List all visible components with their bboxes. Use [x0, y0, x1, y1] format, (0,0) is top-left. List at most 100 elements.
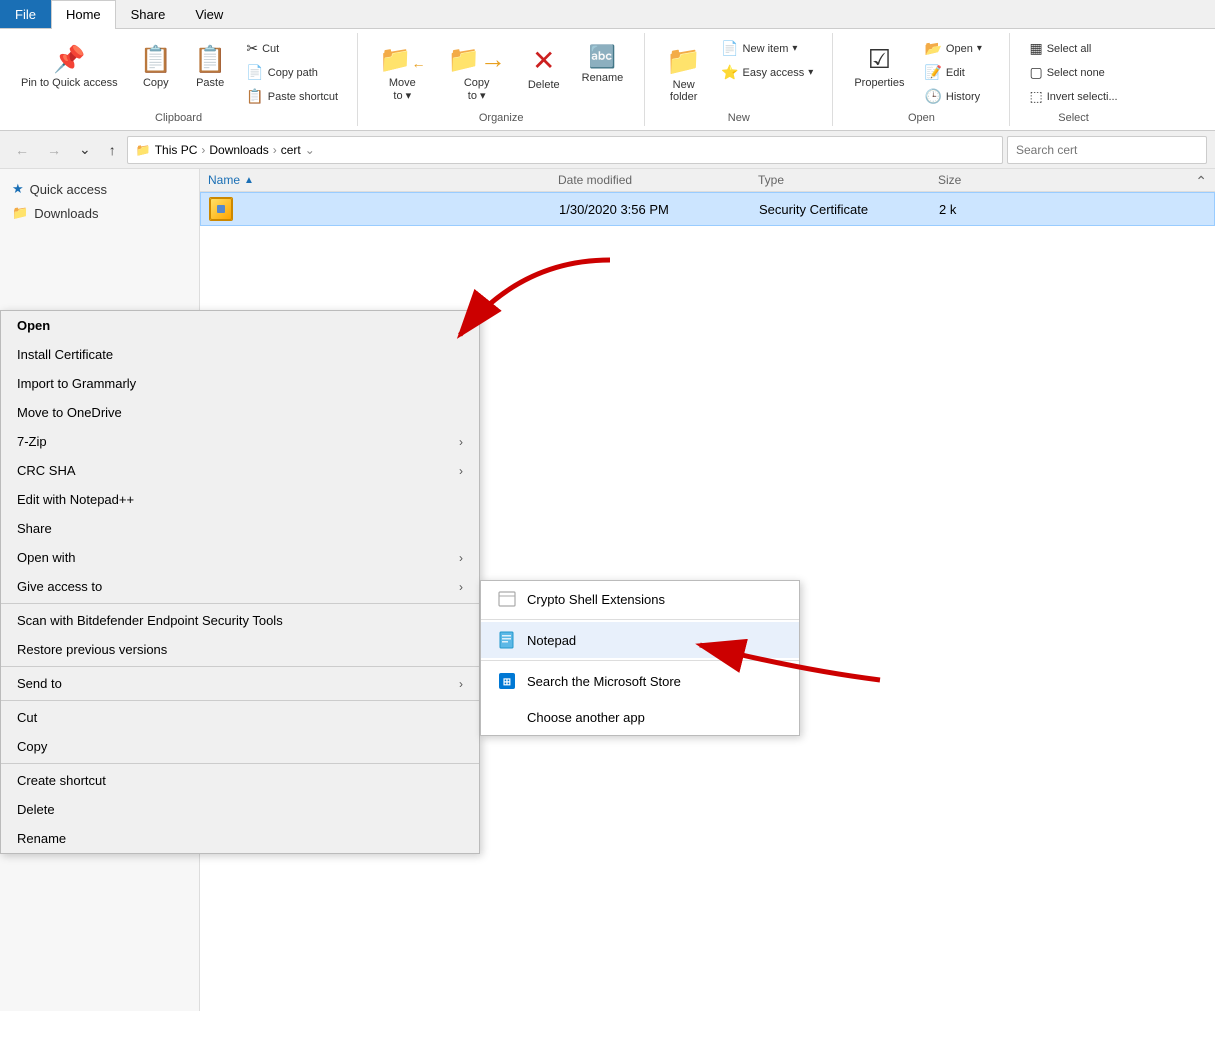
forward-button[interactable]: →: [40, 138, 68, 162]
ribbon-group-new: 📁 Newfolder 📄 New item ▾ ⭐ Easy access ▾: [645, 33, 833, 126]
easy-access-button[interactable]: ⭐ Easy access ▾: [714, 61, 820, 84]
ctx-crc-arrow: ›: [459, 464, 463, 478]
select-all-button[interactable]: ▦ Select all: [1022, 37, 1124, 60]
copy-to-button[interactable]: 📁→ Copyto ▾: [438, 37, 514, 109]
submenu-crypto-shell[interactable]: Crypto Shell Extensions: [481, 581, 799, 617]
new-item-button[interactable]: 📄 New item ▾: [714, 37, 820, 60]
ctx-scan-bitdefender[interactable]: Scan with Bitdefender Endpoint Security …: [1, 606, 479, 635]
rename-button[interactable]: 🔤 Rename: [573, 37, 633, 91]
ribbon: File Home Share View 📌 Pin to Quick acce…: [0, 0, 1215, 131]
col-header-size[interactable]: Size: [938, 173, 1018, 187]
ctx-send-to[interactable]: Send to ›: [1, 669, 479, 698]
ctx-install-cert[interactable]: Install Certificate: [1, 340, 479, 369]
tab-share[interactable]: Share: [116, 0, 181, 28]
cut-button[interactable]: ✂ Cut: [239, 37, 345, 60]
ctx-open-with[interactable]: Open with ›: [1, 543, 479, 572]
paste-button[interactable]: 📋 Paste: [185, 37, 235, 96]
ms-store-icon: ⊞: [497, 671, 517, 691]
downloads-label: Downloads: [34, 206, 98, 221]
select-none-label: Select none: [1047, 67, 1105, 79]
pin-label: Pin to Quick access: [21, 77, 118, 90]
organize-label: Organize: [479, 110, 524, 126]
select-all-icon: ▦: [1029, 40, 1042, 57]
copy-label: Copy: [143, 77, 169, 89]
copy-path-button[interactable]: 📄 Copy path: [239, 61, 345, 84]
tab-home[interactable]: Home: [51, 0, 116, 29]
sidebar-item-downloads[interactable]: 📁 Downloads: [0, 201, 199, 225]
properties-label: Properties: [854, 77, 904, 89]
ctx-restore-versions[interactable]: Restore previous versions: [1, 635, 479, 664]
collapse-button[interactable]: ⌃: [1187, 169, 1215, 194]
address-bar[interactable]: 📁 This PC › Downloads › cert ⌄: [127, 136, 1003, 164]
edit-label: Edit: [946, 67, 965, 79]
col-header-name[interactable]: Name ▲: [208, 173, 558, 187]
invert-selection-label: Invert selecti...: [1047, 91, 1118, 103]
up-button[interactable]: ↑: [102, 138, 123, 162]
ctx-open[interactable]: Open: [1, 311, 479, 340]
history-label: History: [946, 91, 980, 103]
delete-button[interactable]: ✕ Delete: [519, 37, 569, 98]
address-icon: 📁: [136, 143, 151, 157]
paste-shortcut-icon: 📋: [246, 88, 263, 105]
ctx-rename[interactable]: Rename: [1, 824, 479, 853]
move-to-icon: 📁←: [379, 44, 425, 75]
ctx-import-grammarly[interactable]: Import to Grammarly: [1, 369, 479, 398]
new-items: 📁 Newfolder 📄 New item ▾ ⭐ Easy access ▾: [653, 33, 824, 110]
back-button[interactable]: ←: [8, 138, 36, 162]
ribbon-tabs: File Home Share View: [0, 0, 1215, 28]
invert-selection-button[interactable]: ⬚ Invert selecti...: [1022, 85, 1124, 108]
context-menu: Open Install Certificate Import to Gramm…: [0, 310, 480, 854]
pin-to-quick-access-button[interactable]: 📌 Pin to Quick access: [12, 37, 127, 97]
open-button[interactable]: 📂 Open ▾: [917, 37, 997, 60]
properties-button[interactable]: ☑ Properties: [845, 37, 913, 96]
file-row[interactable]: 1/30/2020 3:56 PM Security Certificate 2…: [200, 192, 1215, 226]
copy-path-label: Copy path: [268, 67, 318, 79]
navigation-bar: ← → ⌄ ↑ 📁 This PC › Downloads › cert ⌄: [0, 131, 1215, 169]
history-icon: 🕒: [924, 88, 941, 105]
submenu-choose-app[interactable]: Choose another app: [481, 699, 799, 735]
open-items: ☑ Properties 📂 Open ▾ 📝 Edit 🕒: [841, 33, 1001, 110]
history-button[interactable]: 🕒 History: [917, 85, 997, 108]
ctx-copy[interactable]: Copy: [1, 732, 479, 761]
open-label: Open: [908, 110, 935, 126]
ctx-crc-sha[interactable]: CRC SHA ›: [1, 456, 479, 485]
ctx-move-onedrive[interactable]: Move to OneDrive: [1, 398, 479, 427]
recent-locations-button[interactable]: ⌄: [72, 137, 98, 162]
notepad-label: Notepad: [527, 633, 576, 648]
select-items: ▦ Select all ▢ Select none ⬚ Invert sele…: [1018, 33, 1128, 110]
ctx-create-shortcut[interactable]: Create shortcut: [1, 766, 479, 795]
clipboard-small-btns: ✂ Cut 📄 Copy path 📋 Paste shortcut: [239, 37, 345, 108]
ctx-give-access[interactable]: Give access to ›: [1, 572, 479, 601]
col-header-type[interactable]: Type: [758, 173, 938, 187]
ms-store-label: Search the Microsoft Store: [527, 674, 681, 689]
choose-app-label: Choose another app: [527, 710, 645, 725]
select-none-button[interactable]: ▢ Select none: [1022, 61, 1124, 84]
paste-shortcut-button[interactable]: 📋 Paste shortcut: [239, 85, 345, 108]
organize-items: 📁← Moveto ▾ 📁→ Copyto ▾ ✕ Delete 🔤 Renam…: [366, 33, 636, 110]
search-input[interactable]: [1007, 136, 1207, 164]
select-label: Select: [1058, 110, 1089, 126]
submenu-sep: [481, 619, 799, 620]
sidebar-item-quick-access[interactable]: ★ Quick access: [0, 177, 199, 201]
paste-shortcut-label: Paste shortcut: [268, 91, 338, 103]
col-header-date[interactable]: Date modified: [558, 173, 758, 187]
submenu-ms-store[interactable]: ⊞ Search the Microsoft Store: [481, 663, 799, 699]
new-small-btns: 📄 New item ▾ ⭐ Easy access ▾: [714, 37, 820, 84]
file-type: Security Certificate: [759, 202, 939, 217]
copy-button[interactable]: 📋 Copy: [131, 37, 181, 96]
ribbon-group-organize: 📁← Moveto ▾ 📁→ Copyto ▾ ✕ Delete 🔤 Renam…: [358, 33, 645, 126]
tab-view[interactable]: View: [180, 0, 238, 28]
ctx-7zip[interactable]: 7-Zip ›: [1, 427, 479, 456]
edit-icon: 📝: [924, 64, 941, 81]
ctx-cut[interactable]: Cut: [1, 703, 479, 732]
new-folder-button[interactable]: 📁 Newfolder: [657, 37, 710, 110]
new-label: New: [728, 110, 750, 126]
file-size: 2 k: [939, 202, 1019, 217]
ctx-edit-notepad[interactable]: Edit with Notepad++: [1, 485, 479, 514]
edit-button[interactable]: 📝 Edit: [917, 61, 997, 84]
ctx-share[interactable]: Share: [1, 514, 479, 543]
tab-file[interactable]: File: [0, 0, 51, 28]
ctx-delete[interactable]: Delete: [1, 795, 479, 824]
submenu-notepad[interactable]: Notepad: [481, 622, 799, 658]
move-to-button[interactable]: 📁← Moveto ▾: [370, 37, 434, 109]
